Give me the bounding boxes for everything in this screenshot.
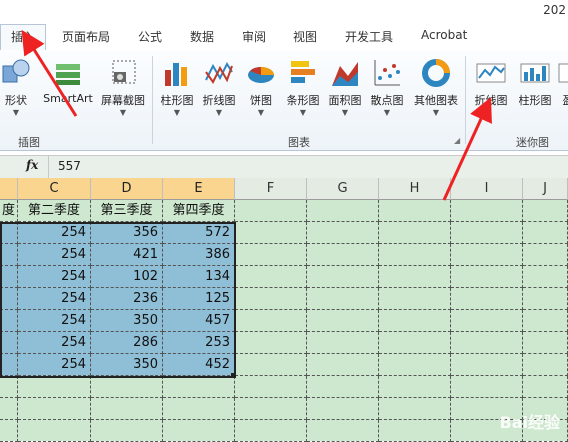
annotation-arrows xyxy=(0,0,568,441)
red-arrow-to-insert-tab xyxy=(28,40,76,116)
watermark-logo: Bai经验 xyxy=(500,409,560,433)
red-arrow-to-sparkline xyxy=(444,108,486,200)
